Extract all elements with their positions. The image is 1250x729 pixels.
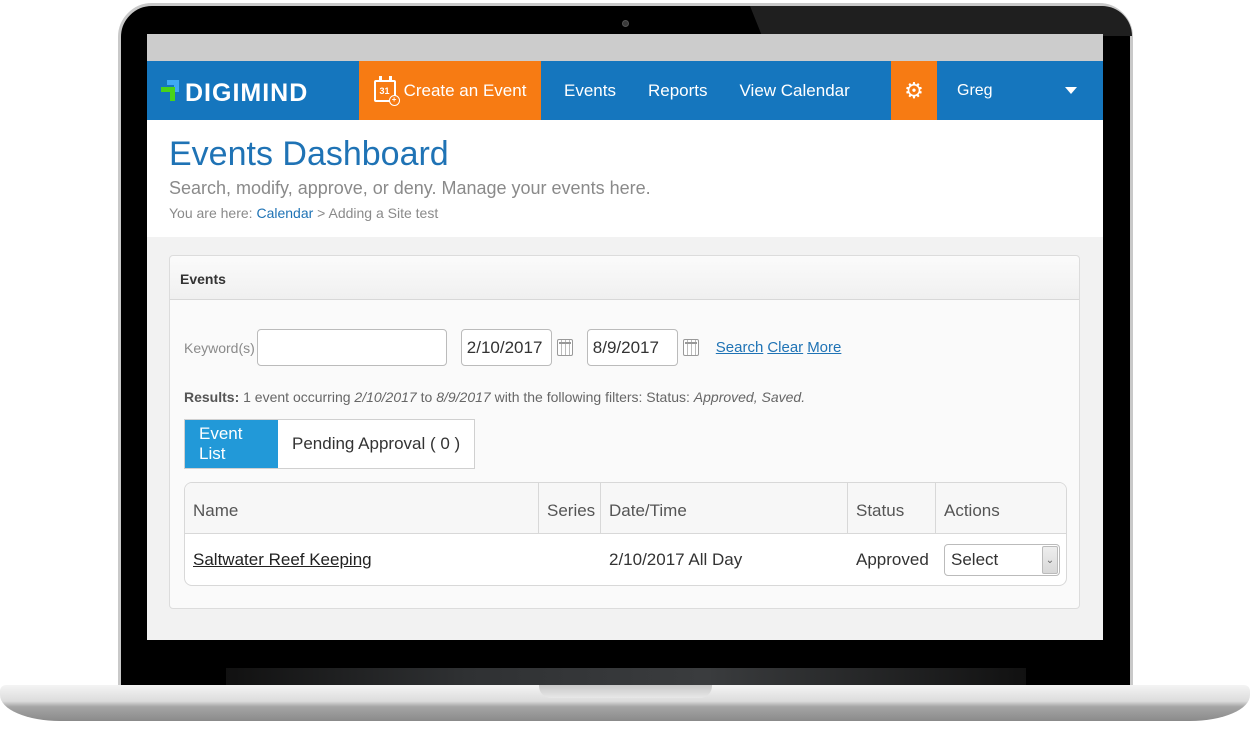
filter-bar: Keyword(s) 2/10/2017 8/9/2017 Search Cle… [184,329,841,366]
events-table: Name Series Date/Time Status Actions Sal… [184,482,1067,586]
table-row: Saltwater Reef Keeping 2/10/2017 All Day… [185,534,1066,585]
col-actions: Actions [944,501,1000,520]
search-link[interactable]: Search [716,339,764,356]
more-link[interactable]: More [807,339,841,356]
col-status: Status [848,483,936,533]
results-summary: Results: 1 event occurring 2/10/2017 to … [184,389,805,405]
user-name: Greg [957,81,993,99]
nav-view-calendar[interactable]: View Calendar [724,81,866,101]
col-name: Name [185,483,539,533]
breadcrumb-current: Adding a Site test [328,205,439,221]
breadcrumb: You are here: Calendar > Adding a Site t… [169,205,1103,221]
end-date-input[interactable]: 8/9/2017 [586,329,678,366]
laptop-notch [539,685,712,698]
clear-link[interactable]: Clear [767,339,803,356]
screen: DIGIMIND 31 + Create an Event Events Repo… [147,34,1103,640]
cell-name: Saltwater Reef Keeping [185,550,539,570]
col-datetime: Date/Time [601,483,848,533]
keyword-input[interactable] [256,329,447,366]
caret-down-icon [1065,87,1077,94]
actions-select[interactable]: Select ⌄ [944,544,1060,576]
lid-reflection [750,6,1132,36]
cell-actions: Select ⌄ [936,544,1066,576]
event-name-link[interactable]: Saltwater Reef Keeping [193,550,372,569]
create-event-label: Create an Event [403,80,527,100]
main-nav: DIGIMIND 31 + Create an Event Events Repo… [147,61,1103,120]
table-header: Name Series Date/Time Status Actions [185,483,1066,534]
browser-top-bar [147,34,1103,61]
nav-events[interactable]: Events [541,81,632,101]
results-end: 8/9/2017 [436,389,491,405]
logo-text: DIGIMIND [185,79,309,107]
actions-select-value: Select [951,550,999,569]
nav-links: Events Reports View Calendar [541,61,891,120]
keyword-label: Keyword(s) [184,339,255,356]
logo[interactable]: DIGIMIND [147,61,359,120]
breadcrumb-prefix: You are here: [169,205,253,221]
create-event-button[interactable]: 31 + Create an Event [359,61,541,120]
tab-pending-approval[interactable]: Pending Approval ( 0 ) [278,420,475,468]
gear-icon: ⚙ [904,77,924,103]
tab-event-list[interactable]: Event List [185,420,278,468]
results-statuses: Approved, Saved. [693,389,806,405]
results-text: with the following filters: Status: [494,389,690,405]
page-title: Events Dashboard [169,135,449,173]
chevron-down-icon: ⌄ [1042,546,1058,574]
settings-button[interactable]: ⚙ [891,61,937,120]
page-header: Events Dashboard Search, modify, approve… [147,120,1103,237]
cell-status: Approved [856,550,929,569]
col-series: Series [539,483,601,533]
calendar-add-icon: 31 + [373,75,400,106]
results-start: 2/10/2017 [354,389,417,405]
start-date-input[interactable]: 2/10/2017 [460,329,552,366]
camera-icon [622,20,629,27]
nav-reports[interactable]: Reports [632,81,724,101]
logo-arrow-icon [159,77,183,105]
breadcrumb-separator: > [317,205,326,221]
filter-links: Search Clear More [716,339,842,356]
calendar-icon[interactable] [682,339,699,356]
breadcrumb-calendar-link[interactable]: Calendar [256,205,313,221]
calendar-icon[interactable] [556,339,573,356]
page-subtitle: Search, modify, approve, or deny. Manage… [169,178,651,198]
panel-title: Events [170,256,1079,300]
user-menu[interactable]: Greg [937,61,1103,120]
calendar-day: 31 [379,85,390,96]
tabs: Event List Pending Approval ( 0 ) [184,419,476,469]
results-text: to [420,389,433,405]
cell-datetime: 2/10/2017 All Day [609,550,743,569]
results-label: Results: [184,389,240,405]
events-panel: Events Keyword(s) 2/10/2017 8/9/2017 Sea… [169,255,1080,609]
results-text: 1 event occurring [243,389,351,405]
